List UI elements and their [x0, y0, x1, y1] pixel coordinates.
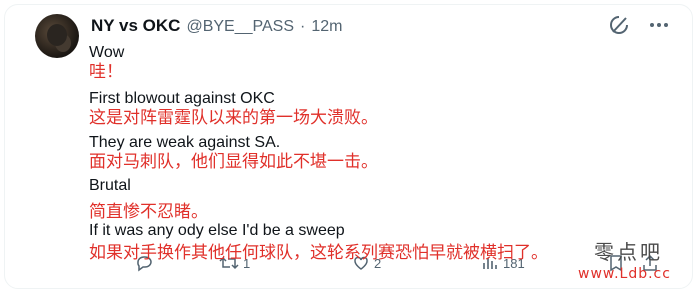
tweet-line-zh-4: 简直惨不忍睹。 [89, 202, 208, 222]
tweet-line-zh-3: 面对马刺队，他们显得如此不堪一击。 [89, 152, 378, 172]
tweet-line-zh-2: 这是对阵雷霆队以来的第一场大溃败。 [89, 108, 378, 128]
tweet-line-zh-5: 如果对手换作其他任何球队，这轮系列赛恐怕早就被横扫了。 [89, 243, 548, 263]
top-icons [608, 14, 670, 36]
tweet-line-en-4: Brutal [89, 177, 131, 194]
avatar[interactable] [35, 14, 79, 58]
tweet-line-en-5: If it was any ody else I'd be a sweep [89, 222, 345, 239]
author-name[interactable]: NY vs OKC [91, 16, 180, 36]
tweet-line-en-1: Wow [89, 44, 125, 61]
tweet-line-en-3: They are weak against SA. [89, 134, 281, 151]
timestamp[interactable]: 12m [311, 18, 342, 36]
grok-slash-icon[interactable] [608, 14, 630, 36]
watermark-url: www.Ldb.cc [578, 266, 671, 282]
author-handle[interactable]: @BYE__PASS [186, 18, 294, 36]
tweet-line-en-2: First blowout against OKC [89, 90, 275, 107]
watermark-logo: 零点吧 [594, 240, 663, 264]
more-icon[interactable] [648, 14, 670, 36]
tweet-header: NY vs OKC @BYE__PASS · 12m [91, 16, 342, 36]
tweet-line-zh-1: 哇！ [89, 62, 123, 82]
separator-dot: · [300, 18, 306, 35]
